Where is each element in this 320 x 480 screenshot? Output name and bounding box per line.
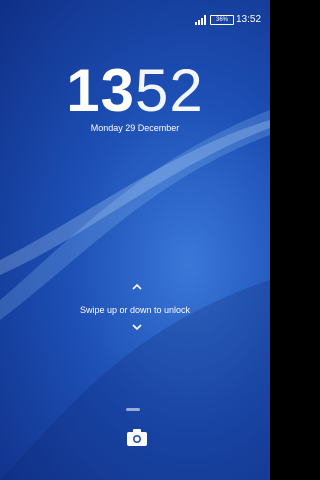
- status-bar: 36% 13:52: [0, 0, 270, 28]
- battery-label: 36%: [215, 17, 228, 23]
- unlock-hint: Swipe up or down to unlock: [79, 305, 191, 315]
- clock-minutes: 52: [135, 57, 204, 124]
- chevron-down-icon: [132, 324, 142, 330]
- status-time: 13:52: [236, 14, 262, 25]
- lock-clock: 1352: [0, 60, 270, 122]
- lock-screen[interactable]: 36% 13:52 1352 Monday 29 December Swipe …: [0, 0, 270, 480]
- chevron-up-icon: [132, 284, 142, 290]
- battery-icon: 36%: [210, 15, 234, 25]
- lock-date: Monday 29 December: [90, 123, 180, 133]
- clock-hours: 13: [66, 57, 135, 124]
- camera-icon[interactable]: [127, 429, 147, 446]
- page-indicator: [126, 408, 140, 411]
- signal-icon: [195, 15, 206, 25]
